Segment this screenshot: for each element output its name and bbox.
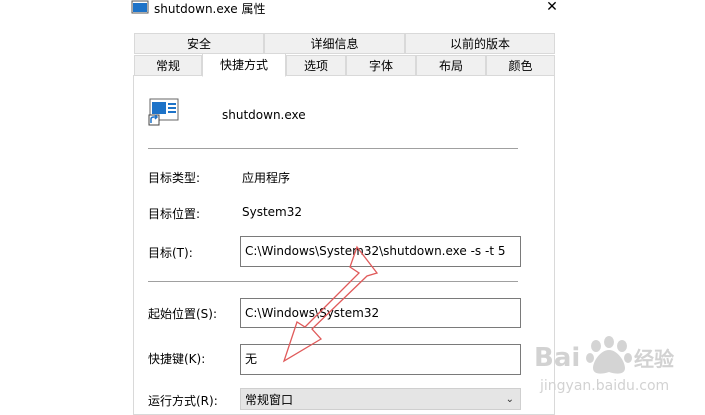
target-location-value: System32: [242, 205, 303, 219]
run-label: 运行方式(R):: [148, 394, 218, 408]
annotation-arrow: [282, 245, 379, 363]
target-type-label: 目标类型:: [148, 171, 201, 185]
tab-options[interactable]: 选项: [286, 55, 346, 76]
tab-security[interactable]: 安全: [134, 33, 264, 54]
close-button[interactable]: ✕: [536, 0, 568, 16]
chevron-down-icon: ⌄: [505, 394, 514, 405]
tab-colors[interactable]: 颜色: [486, 55, 555, 76]
tab-font[interactable]: 字体: [346, 55, 416, 76]
target-location-label: 目标位置:: [148, 207, 201, 221]
tab-details[interactable]: 详细信息: [264, 33, 405, 54]
start-in-label: 起始位置(S):: [148, 307, 218, 321]
shortcut-file-icon: [148, 98, 179, 126]
watermark-brand-2: 经验: [634, 347, 674, 371]
window-title: shutdown.exe 属性: [154, 2, 266, 16]
watermark-url: jingyan.baidu.com: [539, 378, 669, 394]
tab-general[interactable]: 常规: [134, 55, 202, 76]
tab-previous-versions[interactable]: 以前的版本: [405, 33, 555, 54]
tab-layout[interactable]: 布局: [416, 55, 486, 76]
watermark-brand: Bai: [534, 343, 580, 373]
hotkey-label: 快捷键(K):: [148, 352, 206, 366]
title-bar: [0, 0, 705, 20]
app-icon: [131, 0, 149, 14]
run-select[interactable]: 常规窗口 ⌄: [240, 388, 521, 410]
run-select-value: 常规窗口: [245, 393, 294, 407]
baidu-watermark: Bai 经验 jingyan.baidu.com: [534, 336, 674, 394]
file-name: shutdown.exe: [222, 108, 306, 122]
separator: [148, 148, 518, 149]
target-label: 目标(T):: [148, 246, 193, 260]
target-type-value: 应用程序: [242, 171, 291, 185]
tab-shortcut[interactable]: 快捷方式: [202, 53, 286, 77]
